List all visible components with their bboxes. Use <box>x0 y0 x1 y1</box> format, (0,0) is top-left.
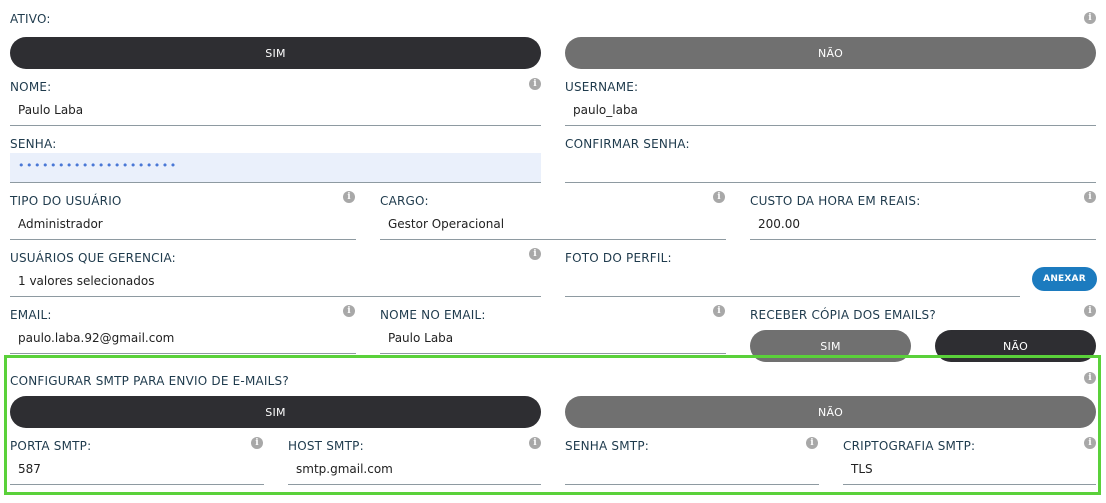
smtp-label: CONFIGURAR SMTP PARA ENVIO DE E-MAILS? <box>10 374 289 388</box>
cargo-select[interactable]: Gestor Operacional <box>380 210 726 240</box>
tipo-usuario-info-icon[interactable]: i <box>343 191 355 203</box>
cargo-info-icon[interactable]: i <box>713 191 725 203</box>
ativo-info-icon[interactable]: i <box>1084 12 1096 24</box>
tipo-usuario-label: TIPO DO USUÁRIO <box>10 194 122 208</box>
porta-smtp-field[interactable]: 587 <box>10 455 264 485</box>
host-smtp-value: smtp.gmail.com <box>296 462 393 476</box>
senha-field[interactable]: •••••••••••••••••••• <box>10 153 541 183</box>
receber-copia-info-icon[interactable]: i <box>1084 305 1096 317</box>
anexar-button[interactable]: ANEXAR <box>1032 267 1097 291</box>
custo-hora-label: CUSTO DA HORA EM REAIS: <box>750 194 921 208</box>
senha-smtp-info-icon[interactable]: i <box>806 437 818 449</box>
nome-label: NOME: <box>10 80 52 94</box>
porta-smtp-info-icon[interactable]: i <box>251 437 263 449</box>
usuarios-gerencia-info-icon[interactable]: i <box>529 248 541 260</box>
foto-perfil-label: FOTO DO PERFIL: <box>565 251 672 265</box>
cripto-smtp-value: TLS <box>851 462 873 476</box>
tipo-usuario-value: Administrador <box>18 217 103 231</box>
smtp-info-icon[interactable]: i <box>1084 372 1096 384</box>
username-label: USERNAME: <box>565 80 639 94</box>
cargo-value: Gestor Operacional <box>388 217 505 231</box>
username-field[interactable]: paulo_laba <box>565 96 1096 126</box>
foto-perfil-field[interactable] <box>565 267 1020 297</box>
senha-smtp-field[interactable] <box>565 455 819 485</box>
nome-email-field[interactable]: Paulo Laba <box>380 324 726 354</box>
email-info-icon[interactable]: i <box>343 305 355 317</box>
ativo-nao-button[interactable]: NÃO <box>565 37 1096 69</box>
cripto-smtp-select[interactable]: TLS <box>843 455 1096 485</box>
senha-label: SENHA: <box>10 137 57 151</box>
nome-value: Paulo Laba <box>18 103 84 117</box>
smtp-nao-button[interactable]: NÃO <box>565 396 1096 428</box>
senha-smtp-label: SENHA SMTP: <box>565 439 650 453</box>
ativo-sim-button[interactable]: SIM <box>10 37 541 69</box>
porta-smtp-label: PORTA SMTP: <box>10 439 92 453</box>
confirmar-senha-label: CONFIRMAR SENHA: <box>565 137 690 151</box>
cripto-smtp-label: CRIPTOGRAFIA SMTP: <box>843 439 976 453</box>
usuarios-gerencia-select[interactable]: 1 valores selecionados <box>10 267 541 297</box>
usuarios-gerencia-label: USUÁRIOS QUE GERENCIA: <box>10 251 176 265</box>
confirmar-senha-field[interactable] <box>565 153 1096 183</box>
custo-hora-value: 200.00 <box>758 217 800 231</box>
nome-email-label: NOME NO EMAIL: <box>380 308 486 322</box>
porta-smtp-value: 587 <box>18 462 41 476</box>
host-smtp-label: HOST SMTP: <box>288 439 364 453</box>
smtp-sim-button[interactable]: SIM <box>10 396 541 428</box>
tipo-usuario-select[interactable]: Administrador <box>10 210 356 240</box>
cargo-label: CARGO: <box>380 194 429 208</box>
email-label: EMAIL: <box>10 308 52 322</box>
host-smtp-field[interactable]: smtp.gmail.com <box>288 455 541 485</box>
nome-email-info-icon[interactable]: i <box>713 305 725 317</box>
custo-hora-info-icon[interactable]: i <box>1084 191 1096 203</box>
usuarios-gerencia-value: 1 valores selecionados <box>18 274 155 288</box>
username-value: paulo_laba <box>573 103 638 117</box>
email-field[interactable]: paulo.laba.92@gmail.com <box>10 324 356 354</box>
receber-copia-label: RECEBER CÓPIA DOS EMAILS? <box>750 308 936 322</box>
senha-value: •••••••••••••••••••• <box>18 159 178 172</box>
nome-field[interactable]: Paulo Laba <box>10 96 541 126</box>
nome-info-icon[interactable]: i <box>529 78 541 90</box>
receber-copia-nao-button[interactable]: NÃO <box>935 330 1096 362</box>
email-value: paulo.laba.92@gmail.com <box>18 331 175 345</box>
receber-copia-sim-button[interactable]: SIM <box>750 330 911 362</box>
cripto-smtp-info-icon[interactable]: i <box>1084 437 1096 449</box>
ativo-label: ATIVO: <box>10 12 51 26</box>
custo-hora-field[interactable]: 200.00 <box>750 210 1096 240</box>
nome-email-value: Paulo Laba <box>388 331 454 345</box>
host-smtp-info-icon[interactable]: i <box>529 437 541 449</box>
